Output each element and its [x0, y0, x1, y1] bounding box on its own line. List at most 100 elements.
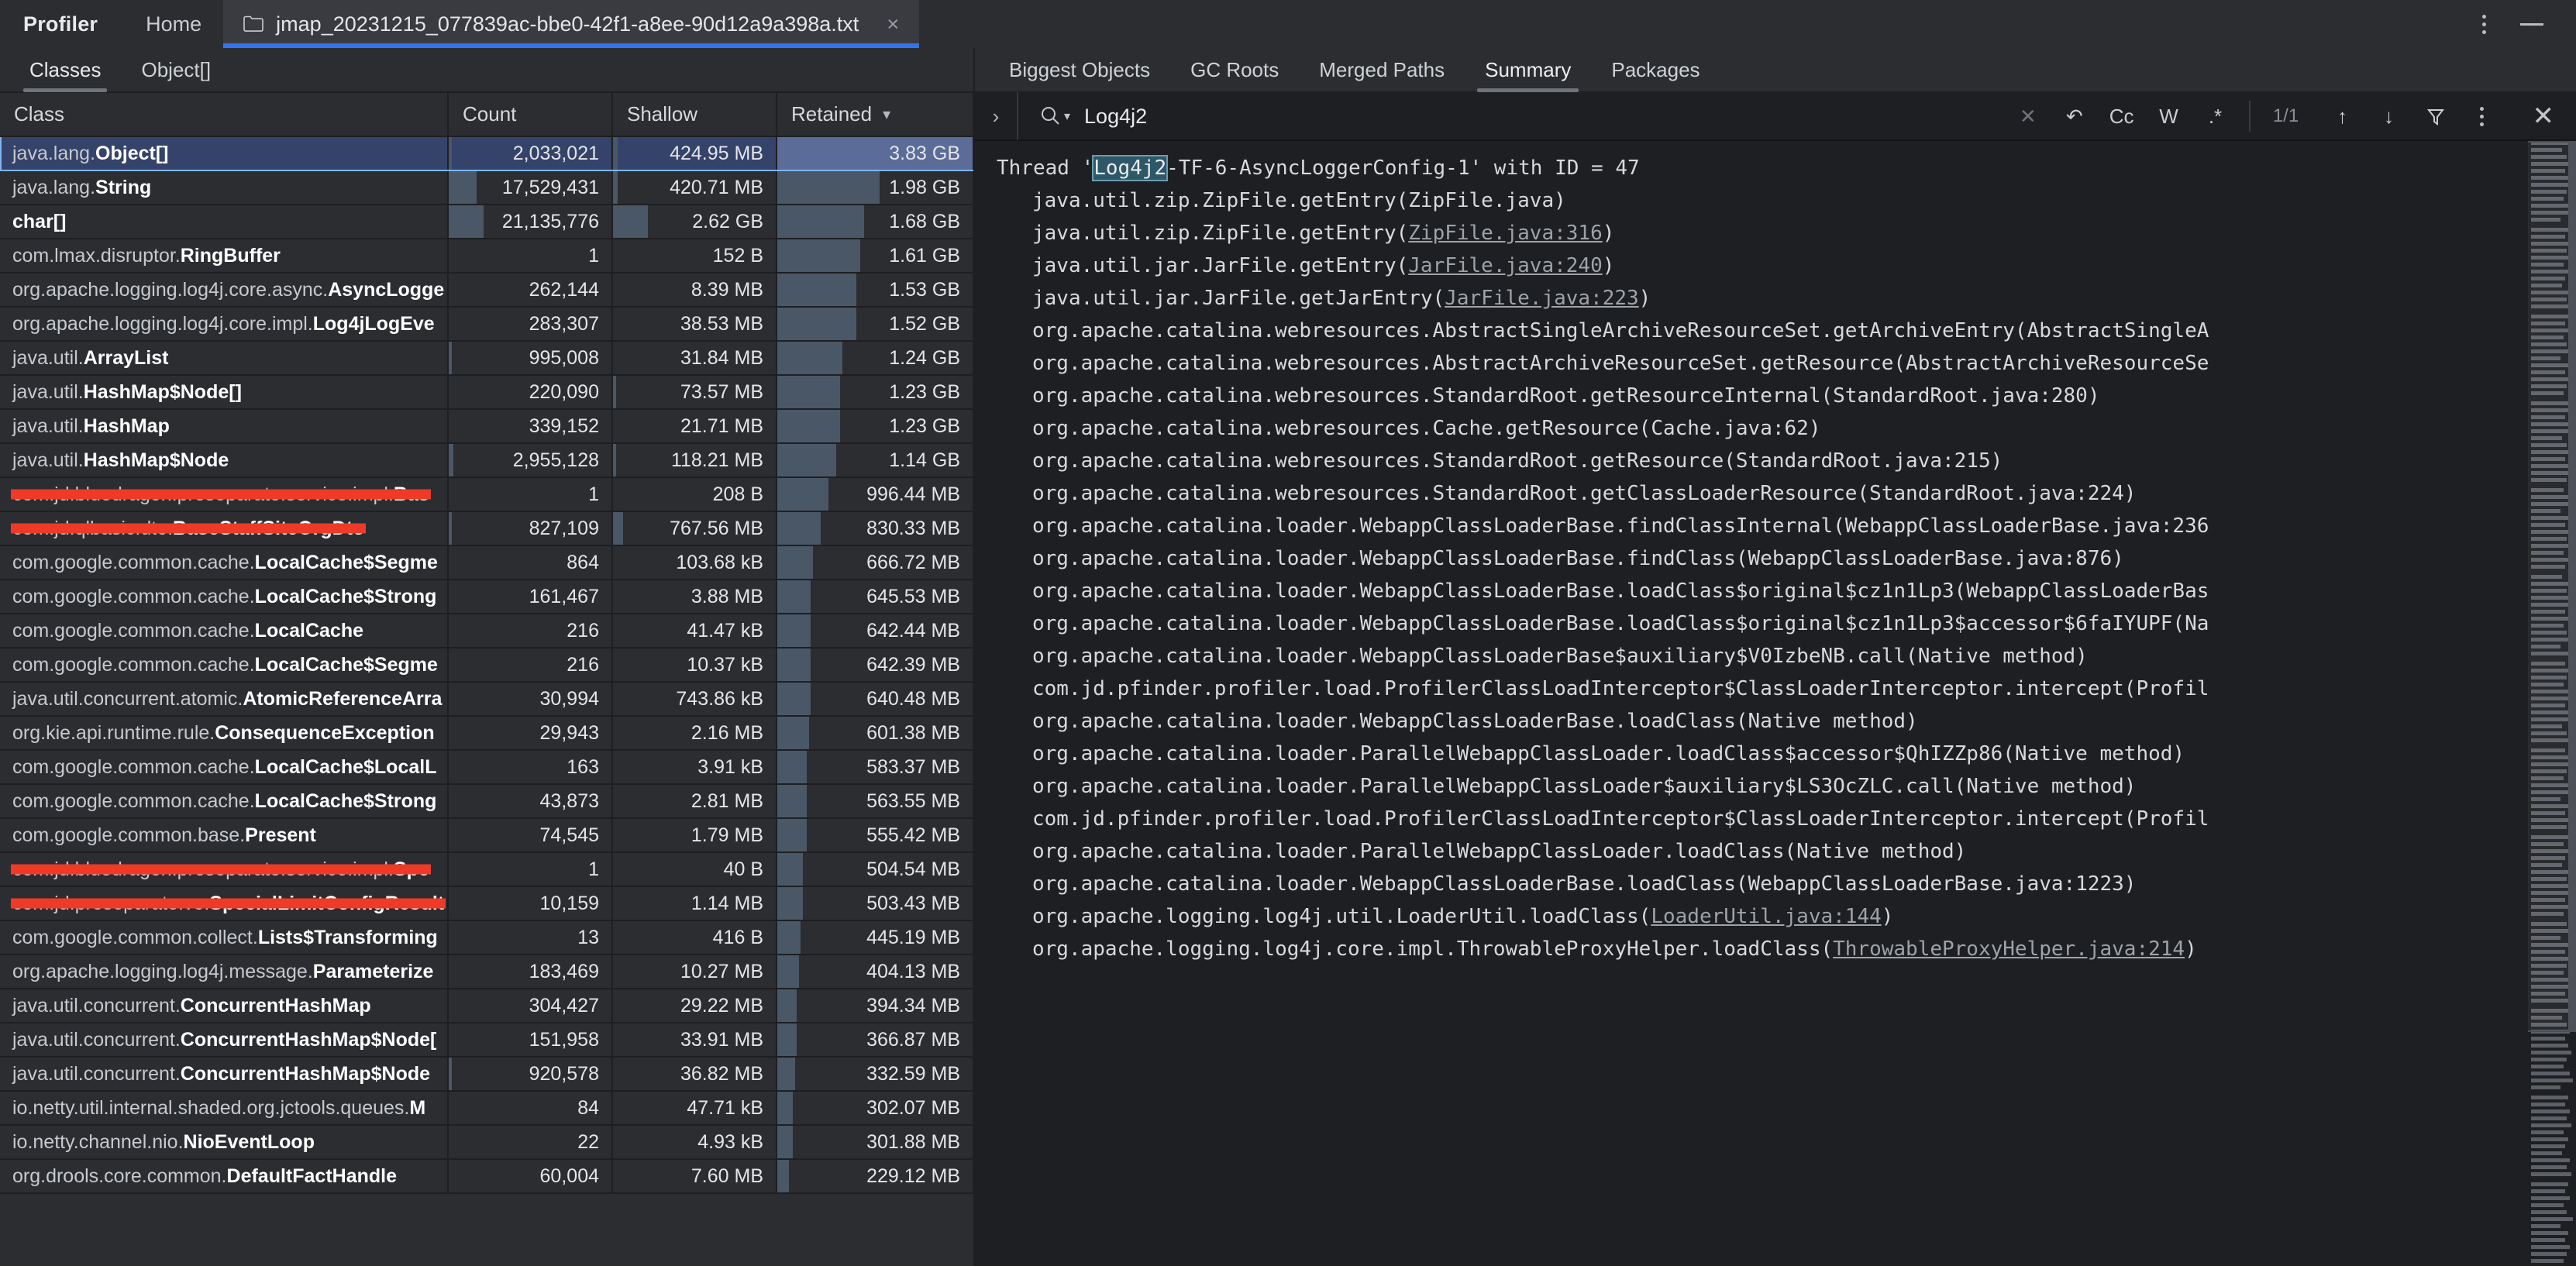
stack-frame-line[interactable]: org.apache.catalina.webresources.Standar… [975, 380, 2576, 412]
stack-frame-line[interactable]: org.apache.logging.log4j.util.LoaderUtil… [975, 900, 2576, 933]
table-row[interactable]: java.util.concurrent.ConcurrentHashMap$N… [0, 1023, 973, 1058]
stack-trace-viewer[interactable]: Thread 'Log4j2-TF-6-AsyncLoggerConfig-1'… [975, 141, 2576, 1266]
table-row[interactable]: com.google.common.base.Present 74,545 1.79… [0, 818, 973, 853]
minimize-icon[interactable] [2508, 0, 2556, 48]
table-row[interactable]: java.util.HashMap$Node[] 220,090 73.57 MB 1… [0, 375, 973, 410]
table-row[interactable]: com.google.common.collect.Lists$Transfor… [0, 920, 973, 955]
stack-frame-line[interactable]: com.jd.pfinder.profiler.load.ProfilerCla… [975, 803, 2576, 835]
stack-frame-line[interactable]: org.apache.catalina.loader.WebappClassLo… [975, 607, 2576, 640]
source-link[interactable]: JarFile.java:240 [1408, 254, 1602, 277]
stack-frame-line[interactable]: com.jd.pfinder.profiler.load.ProfilerCla… [975, 673, 2576, 705]
stack-frame-line[interactable]: org.apache.catalina.loader.ParallelWebap… [975, 770, 2576, 803]
home-tab[interactable]: Home [124, 0, 223, 48]
table-row[interactable]: com.jd.preseparate.vo.SpecialLimitConfig… [0, 886, 973, 921]
stack-frame-line[interactable]: org.apache.catalina.loader.WebappClassLo… [975, 868, 2576, 900]
stack-frame-line[interactable]: org.apache.catalina.webresources.Cache.g… [975, 412, 2576, 445]
table-row[interactable]: java.util.HashMap 339,152 21.71 MB 1.23 GB [0, 409, 973, 444]
stack-frame-line[interactable]: org.apache.catalina.loader.WebappClassLo… [975, 640, 2576, 673]
source-link[interactable]: LoaderUtil.java:144 [1651, 905, 1881, 928]
table-row[interactable]: com.google.common.cache.LocalCache$Local… [0, 750, 973, 785]
stack-frame-line[interactable]: org.apache.catalina.loader.WebappClassLo… [975, 542, 2576, 575]
table-row[interactable]: com.google.common.cache.LocalCache 216 41.… [0, 614, 973, 648]
tab-classes[interactable]: Classes [9, 47, 121, 92]
table-row[interactable]: com.google.common.cache.LocalCache$Stron… [0, 580, 973, 614]
table-row[interactable]: io.netty.channel.nio.NioEventLoop 22 4.93 … [0, 1125, 973, 1160]
cell-count: 920,578 [448, 1057, 613, 1092]
classes-table-scroll[interactable]: Class Count Shallow Retained ▾ java.lang… [0, 93, 973, 1266]
table-row[interactable]: org.drools.core.common.DefaultFactHandle… [0, 1159, 973, 1194]
stack-frame-line[interactable]: org.apache.catalina.loader.WebappClassLo… [975, 705, 2576, 738]
stack-frame-line[interactable]: org.apache.catalina.loader.WebappClassLo… [975, 510, 2576, 542]
stack-frame-line[interactable]: org.apache.logging.log4j.core.impl.Throw… [975, 933, 2576, 965]
stack-frame-line[interactable]: org.apache.catalina.webresources.Standar… [975, 477, 2576, 510]
table-row[interactable]: com.google.common.cache.LocalCache$Stron… [0, 784, 973, 819]
tab-biggest-objects[interactable]: Biggest Objects [989, 47, 1170, 92]
minimap-scrollbar[interactable] [2528, 141, 2576, 1266]
vertical-scrollbar-thumb[interactable] [2568, 141, 2576, 1032]
tab-merged-paths[interactable]: Merged Paths [1299, 47, 1465, 92]
stack-frame-line[interactable]: java.util.jar.JarFile.getEntry(JarFile.j… [975, 249, 2576, 282]
tab-gc-roots[interactable]: GC Roots [1170, 47, 1299, 92]
stack-frame-line[interactable]: org.apache.catalina.loader.ParallelWebap… [975, 835, 2576, 868]
arrow-down-icon[interactable]: ↓ [2378, 105, 2401, 129]
col-header-shallow[interactable]: Shallow [612, 93, 777, 137]
table-row[interactable]: java.util.HashMap$Node 2,955,128 118.21 MB… [0, 443, 973, 478]
table-row[interactable]: java.lang.Object[] 2,033,021 424.95 MB 3.83… [0, 136, 973, 171]
table-row[interactable]: io.netty.util.internal.shaded.org.jctool… [0, 1091, 973, 1126]
table-row[interactable]: com.jd.qlbasic.dto.BaseStaffSiteOrgDto 82… [0, 511, 973, 546]
table-row[interactable]: com.google.common.cache.LocalCache$Segme… [0, 545, 973, 580]
chevron-right-icon[interactable]: › [975, 92, 1018, 140]
match-case-toggle[interactable]: Cc [2109, 105, 2134, 129]
source-link[interactable]: ThrowableProxyHelper.java:214 [1833, 937, 2185, 961]
kebab-menu-icon[interactable] [2460, 0, 2508, 48]
close-icon[interactable]: × [883, 13, 902, 35]
whole-words-toggle[interactable]: W [2158, 105, 2181, 129]
table-row[interactable]: java.util.concurrent.ConcurrentHashMap 30… [0, 989, 973, 1023]
window-controls [2460, 0, 2576, 48]
cell-shallow: 8.39 MB [612, 273, 777, 308]
table-row[interactable]: com.jd.bluedragon.preseparate.service.im… [0, 852, 973, 887]
source-link[interactable]: JarFile.java:223 [1445, 287, 1638, 310]
tab-object-array[interactable]: Object[] [121, 47, 231, 92]
cell-shallow: 118.21 MB [612, 443, 777, 478]
col-header-count[interactable]: Count [448, 93, 613, 137]
stack-frame-line[interactable]: org.apache.catalina.webresources.Standar… [975, 445, 2576, 477]
table-row[interactable]: java.lang.String 17,529,431 420.71 MB 1.98 … [0, 170, 973, 205]
regex-toggle[interactable]: .* [2204, 105, 2227, 129]
stack-frame-line[interactable]: org.apache.catalina.webresources.Abstrac… [975, 315, 2576, 347]
table-row[interactable]: java.util.ArrayList 995,008 31.84 MB 1.24 G… [0, 341, 973, 376]
stack-frame-line[interactable]: org.apache.catalina.loader.ParallelWebap… [975, 738, 2576, 770]
table-row[interactable]: com.jd.bluedragon.preseparate.service.im… [0, 477, 973, 512]
stack-frame-line[interactable]: java.util.zip.ZipFile.getEntry(ZipFile.j… [975, 184, 2576, 217]
table-row[interactable]: com.google.common.cache.LocalCache$Segme… [0, 648, 973, 683]
clear-icon[interactable]: ✕ [2016, 105, 2040, 129]
cell-count: 13 [448, 920, 613, 955]
cell-count: 339,152 [448, 409, 613, 444]
table-row[interactable]: org.apache.logging.log4j.core.async.Asyn… [0, 273, 973, 308]
table-row[interactable]: java.util.concurrent.atomic.AtomicRefere… [0, 682, 973, 717]
table-row[interactable]: org.apache.logging.log4j.core.impl.Log4j… [0, 307, 973, 342]
close-search-icon[interactable]: ✕ [2511, 101, 2576, 132]
search-field-group[interactable]: ▾ [1018, 92, 2016, 140]
table-row[interactable]: org.apache.logging.log4j.message.Paramet… [0, 955, 973, 989]
kebab-menu-icon[interactable] [2471, 106, 2494, 126]
file-tab[interactable]: jmap_20231215_077839ac-bbe0-42f1-a8ee-90… [223, 0, 920, 48]
tab-packages[interactable]: Packages [1591, 47, 1720, 92]
col-header-class[interactable]: Class [0, 93, 449, 137]
stack-frame-line[interactable]: org.apache.catalina.loader.WebappClassLo… [975, 575, 2576, 607]
stack-frame-line[interactable]: java.util.zip.ZipFile.getEntry(ZipFile.j… [975, 217, 2576, 249]
col-header-retained[interactable]: Retained ▾ [777, 93, 973, 137]
app-brand: Profiler [23, 12, 98, 36]
filter-icon[interactable] [2424, 106, 2447, 126]
table-row[interactable]: com.lmax.disruptor.RingBuffer 1 152 B 1.61 … [0, 239, 973, 273]
arrow-up-icon[interactable]: ↑ [2331, 105, 2354, 129]
search-input[interactable] [1084, 104, 1441, 129]
table-row[interactable]: char[] 21,135,776 2.62 GB 1.68 GB [0, 205, 973, 239]
wrap-around-icon[interactable]: ↶ [2063, 105, 2086, 129]
tab-summary[interactable]: Summary [1465, 47, 1591, 92]
stack-frame-line[interactable]: java.util.jar.JarFile.getJarEntry(JarFil… [975, 282, 2576, 315]
stack-frame-line[interactable]: org.apache.catalina.webresources.Abstrac… [975, 347, 2576, 380]
source-link[interactable]: ZipFile.java:316 [1408, 222, 1602, 245]
table-row[interactable]: java.util.concurrent.ConcurrentHashMap$N… [0, 1057, 973, 1092]
table-row[interactable]: org.kie.api.runtime.rule.ConsequenceExce… [0, 716, 973, 751]
